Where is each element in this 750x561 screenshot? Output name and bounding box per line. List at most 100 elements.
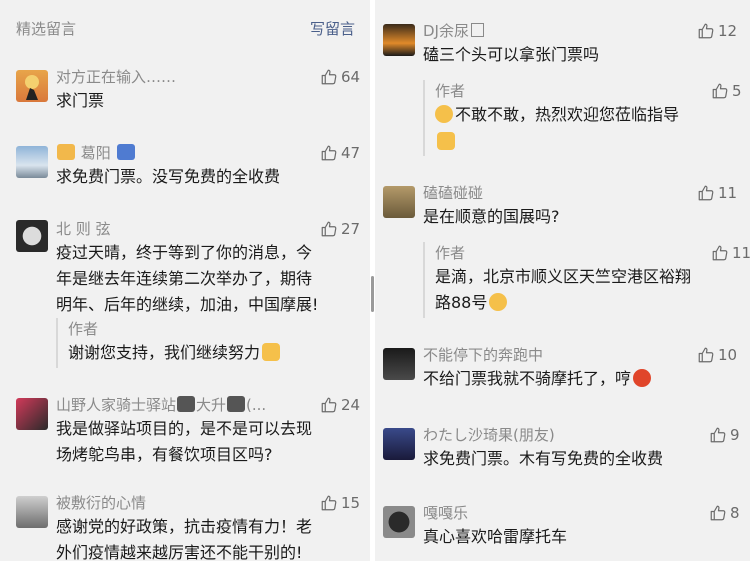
avatar[interactable]: [383, 24, 415, 56]
comment-nickname: DJ余尿: [423, 22, 469, 40]
reply-text-content: 谢谢您支持，我们继续努力: [68, 343, 261, 362]
comment-nickname[interactable]: 嘎嘎乐: [423, 502, 468, 523]
comment-nickname[interactable]: 磕磕碰碰: [423, 182, 483, 203]
reply-like-button[interactable]: 11: [711, 244, 750, 262]
like-count: 64: [341, 68, 361, 86]
author-reply: 作者 5 不敢不敢，热烈欢迎您莅临指导: [423, 80, 745, 156]
comment-nickname[interactable]: 北 则 弦: [56, 218, 111, 239]
like-button[interactable]: 15: [320, 494, 360, 512]
comment-text: 是在顺意的国展吗?: [423, 207, 560, 226]
like-count: 11: [718, 184, 738, 202]
comment-text-line: 我是做驿站项目的，是不是可以去现: [56, 419, 313, 438]
author-reply: 作者 11 是滴，北京市顺义区天竺空港区裕翔 路88号: [423, 242, 750, 318]
thumbs-up-icon: [320, 396, 338, 414]
comment-text: 磕三个头可以拿张门票吗: [423, 45, 600, 64]
like-count: 5: [732, 82, 742, 100]
avatar[interactable]: [383, 428, 415, 460]
reply-author-label: 作者: [435, 244, 466, 262]
comment-text: 求免费门票。没写免费的全收费: [56, 167, 281, 186]
reply-text-content: 路88号: [435, 293, 488, 312]
comment-text-line: 年是继去年连续第二次举办了，期待: [56, 269, 313, 288]
thumbs-up-icon: [697, 184, 715, 202]
motorcycle-emoji-icon: [177, 396, 196, 412]
thumbs-up-icon: [697, 346, 715, 364]
reply-like-button[interactable]: 5: [711, 82, 742, 100]
comment-nickname-wrap[interactable]: DJ余尿: [423, 20, 484, 41]
comment-text-line: 外们疫情越来越厉害还不能干别的!: [56, 543, 303, 561]
thumbs-up-icon: [709, 504, 727, 522]
avatar[interactable]: [16, 496, 48, 528]
like-button[interactable]: 11: [697, 184, 737, 202]
comment-nickname-wrap[interactable]: 山野人家骑士驿站 大升 (...: [56, 394, 306, 415]
like-button[interactable]: 8: [709, 504, 740, 522]
like-count: 8: [730, 504, 740, 522]
like-button[interactable]: 9: [709, 426, 740, 444]
scooter-emoji-icon: [57, 144, 75, 160]
comment-text-line: 感谢党的好政策，抗击疫情有力！老: [56, 517, 313, 536]
like-button[interactable]: 10: [697, 346, 737, 364]
reply-text-line-2: 路88号: [435, 290, 735, 316]
thumbs-up-icon: [320, 144, 338, 162]
reply-text: 不敢不敢，热烈欢迎您莅临指导: [435, 102, 679, 128]
comment-text: 我是做驿站项目的，是不是可以去现 场烤鸵鸟串，有餐饮项目区吗?: [56, 416, 361, 468]
thumbs-up-icon: [320, 68, 338, 86]
thumbs-up-icon: [711, 244, 729, 262]
like-count: 27: [341, 220, 361, 238]
write-comment-link[interactable]: 写留言: [310, 18, 355, 39]
angry-emoji-icon: [633, 369, 652, 387]
comment-nickname: 葛阳: [80, 144, 111, 162]
like-count: 10: [718, 346, 738, 364]
comment-text-line: 明年、后年的继续，加油，中国摩展!: [56, 295, 319, 314]
avatar[interactable]: [383, 506, 415, 538]
reply-emoji-row: [435, 132, 455, 151]
comment-text: 不给门票我就不骑摩托了，哼: [423, 366, 652, 392]
like-count: 15: [341, 494, 361, 512]
like-count: 47: [341, 144, 361, 162]
comment-nickname-wrap[interactable]: 葛阳: [56, 142, 136, 163]
like-button[interactable]: 27: [320, 220, 360, 238]
comment-text: 真心喜欢哈雷摩托车: [423, 527, 568, 546]
reply-author-label: 作者: [435, 82, 466, 100]
like-count: 11: [732, 244, 750, 262]
like-count: 12: [718, 22, 738, 40]
comment-nickname[interactable]: わたし沙琦果(朋友): [423, 424, 555, 445]
like-button[interactable]: 47: [320, 144, 360, 162]
thumbs-up-icon: [320, 494, 338, 512]
avatar[interactable]: [383, 348, 415, 380]
clap-emoji-icon: [437, 132, 455, 150]
like-button[interactable]: 12: [697, 22, 737, 40]
comment-text: 求免费门票。木有写免费的全收费: [423, 449, 664, 468]
comment-nickname[interactable]: 不能停下的奔跑中: [423, 344, 543, 365]
thumbs-up-icon: [697, 22, 715, 40]
comment-nickname-tail: (...: [246, 396, 267, 414]
scrollbar[interactable]: [371, 276, 374, 312]
comment-text-line: 场烤鸵鸟串，有餐饮项目区吗?: [56, 445, 273, 464]
avatar[interactable]: [16, 220, 48, 252]
comment-text-line: 疫过天晴，终于等到了你的消息，今: [56, 243, 313, 262]
reply-text: 是滴，北京市顺义区天竺空港区裕翔 路88号: [435, 264, 735, 316]
comment-nickname[interactable]: 被敷衍的心情: [56, 492, 146, 513]
left-comment-panel: 精选留言 写留言 对方正在输入…… 求门票 64 葛阳 求免费门票。没写免费的全…: [0, 0, 370, 561]
featured-comments-title: 精选留言: [16, 20, 77, 38]
right-comment-panel: DJ余尿 磕三个头可以拿张门票吗 12 作者 5 不敢不敢，热烈欢迎您莅临指导 …: [375, 0, 750, 561]
comment-nickname: 山野人家骑士驿站: [56, 396, 177, 414]
like-button[interactable]: 64: [320, 68, 360, 86]
comment-nickname-extra: 大升: [196, 396, 227, 414]
like-count: 9: [730, 426, 740, 444]
like-button[interactable]: 24: [320, 396, 360, 414]
thumbs-up-icon: [711, 82, 729, 100]
clap-emoji-icon: [262, 343, 281, 361]
avatar[interactable]: [16, 70, 48, 102]
reply-text-content: 不敢不敢，热烈欢迎您莅临指导: [455, 105, 680, 124]
avatar[interactable]: [16, 398, 48, 430]
comment-text: 求门票: [56, 91, 105, 110]
unknown-glyph-icon: [470, 23, 484, 37]
avatar[interactable]: [16, 146, 48, 178]
sweat-smile-emoji-icon: [435, 105, 453, 123]
motorcycle-emoji-icon: [227, 396, 246, 412]
snowboard-emoji-icon: [116, 144, 135, 160]
comment-text: 感谢党的好政策，抗击疫情有力！老 外们疫情越来越厉害还不能干别的!: [56, 514, 361, 561]
comment-nickname[interactable]: 对方正在输入……: [56, 66, 176, 87]
grin-emoji-icon: [489, 293, 508, 311]
avatar[interactable]: [383, 186, 415, 218]
